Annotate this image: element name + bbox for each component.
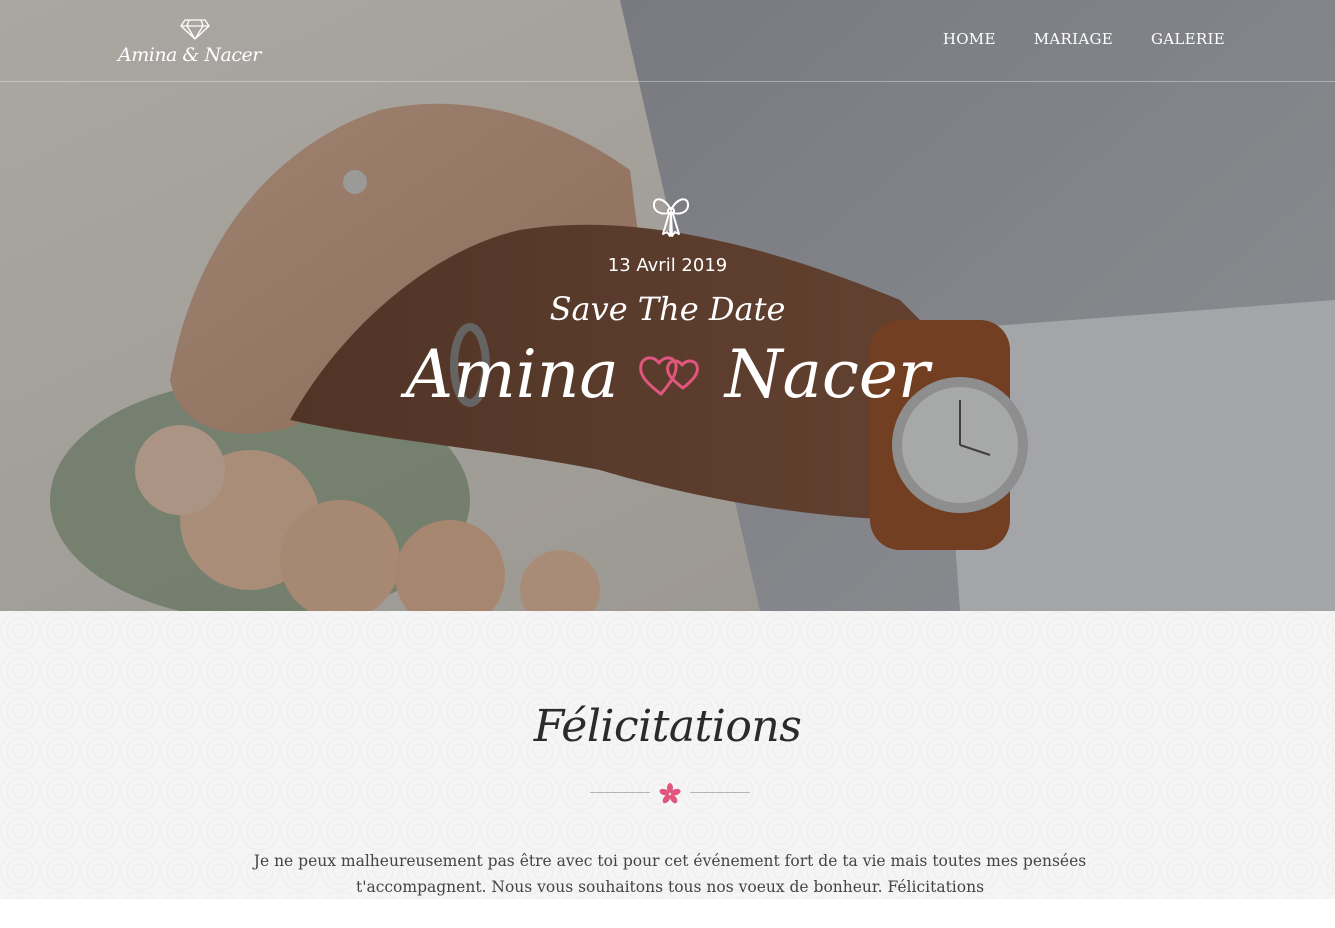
nav-menu: HOME MARIAGE GALERIE [943,30,1225,48]
nav-item-home[interactable]: HOME [943,30,996,48]
felicitations-message: Je ne peux malheureusement pas être avec… [253,852,1087,896]
wedding-date: 13 Avril 2019 [607,255,728,276]
divider-line-left [590,792,650,793]
double-hearts-icon [638,356,699,396]
section-divider [590,781,750,805]
nav-item-mariage[interactable]: MARIAGE [1034,30,1113,48]
flower-icon [659,783,681,804]
section-title: Félicitations [533,701,802,752]
logo[interactable]: Amina & Nacer [118,18,261,76]
save-the-date: Save The Date [549,290,786,328]
couple-names: Amina Nacer [0,342,1335,408]
navbar: Amina & Nacer HOME MARIAGE GALERIE [0,0,1335,82]
bride-name: Amina [405,336,619,413]
nav-item-galerie[interactable]: GALERIE [1151,30,1225,48]
groom-name: Nacer [724,336,930,413]
felicitations-section: Félicitations Je ne peux malheureusement… [0,611,1335,899]
hero-content: 13 Avril 2019 Save The Date Amina Nacer [0,0,1335,611]
divider-line-right [690,792,750,793]
bow-icon [652,198,690,237]
diamond-icon [180,19,210,40]
bottom-strip [0,899,1335,928]
logo-text: Amina & Nacer [118,44,261,66]
